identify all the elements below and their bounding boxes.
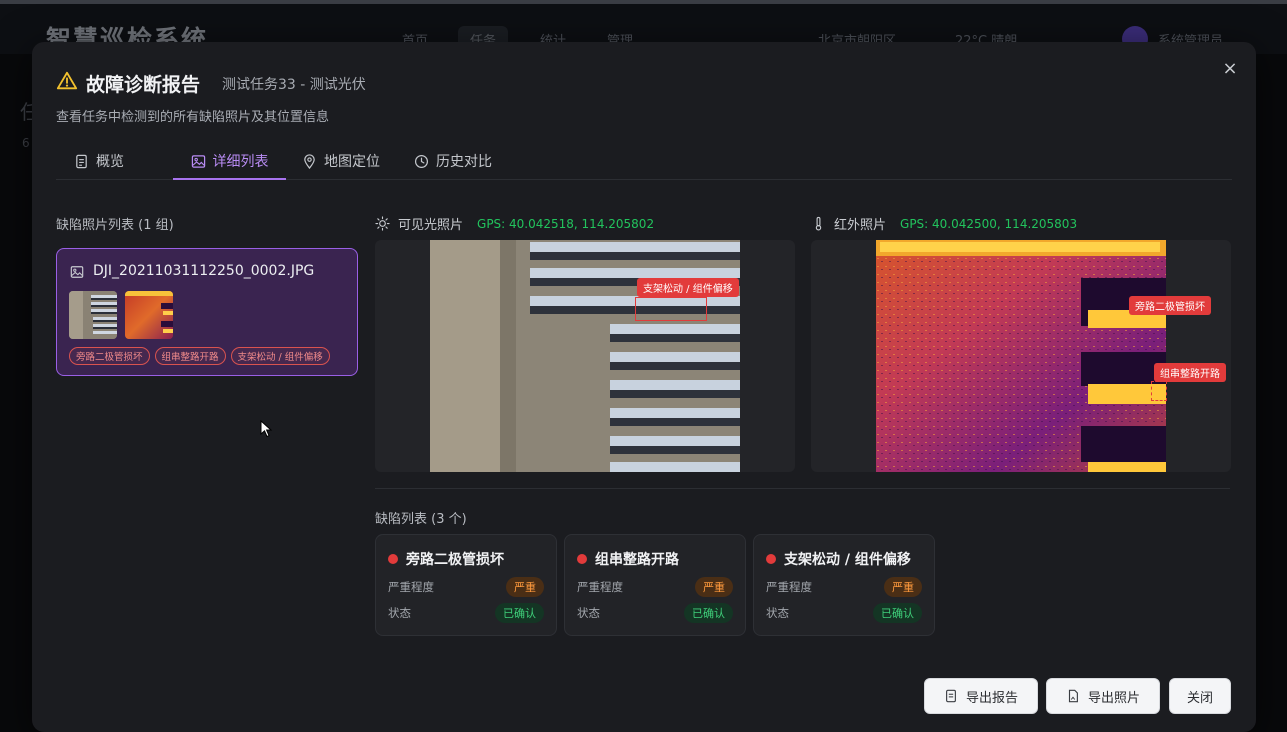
image-icon [191,154,205,168]
tab-label: 历史对比 [436,154,492,170]
status-badge: 已确认 [495,603,544,623]
defect-tags: 旁路二极管损坏 组串整路开路 支架松动 / 组件偏移 [69,347,330,365]
visible-photo-title: 可见光照片 [398,218,464,233]
annotation-box [1151,381,1167,401]
export-report-label: 导出报告 [965,690,1018,706]
defect-card[interactable]: 支架松动 / 组件偏移 严重程度 严重 状态 已确认 [753,534,935,636]
visible-thumbnail[interactable] [69,291,117,339]
severity-label: 严重程度 [766,580,812,594]
severity-badge: 严重 [884,577,922,597]
sun-icon [375,216,390,231]
fault-report-modal: 故障诊断报告 测试任务33 - 测试光伏 查看任务中检测到的所有缺陷照片及其位置… [32,42,1256,732]
severity-label: 严重程度 [577,580,623,594]
export-photos-button[interactable]: 导出照片 [1046,678,1160,714]
infrared-photo[interactable] [876,240,1166,472]
close-button[interactable]: 关闭 [1169,678,1231,714]
severity-label: 严重程度 [388,580,434,594]
task-name: 测试任务33 - 测试光伏 [222,77,366,93]
status-dot [766,554,776,564]
file-image-icon [1068,689,1078,703]
annotation-label: 支架松动 / 组件偏移 [637,278,739,297]
tab-map[interactable]: 地图定位 [302,143,380,179]
defect-list-title: 缺陷列表 (3 个) [375,512,467,527]
status-dot [577,554,587,564]
tab-label: 概览 [96,154,124,170]
annotation-label: 组串整路开路 [1154,363,1226,382]
status-label: 状态 [388,606,411,620]
warning-icon [56,71,78,90]
infrared-photo-panel[interactable]: 旁路二极管损坏 组串整路开路 [811,240,1231,472]
mouse-cursor-icon [260,420,273,438]
defect-tag: 旁路二极管损坏 [69,347,150,365]
defect-card[interactable]: 旁路二极管损坏 严重程度 严重 状态 已确认 [375,534,557,636]
close-label: 关闭 [1186,690,1213,706]
thermometer-icon [815,216,822,231]
severity-badge: 严重 [695,577,733,597]
visible-photo-header: 可见光照片 GPS: 40.042518, 114.205802 [375,214,654,233]
tab-bar: 概览 详细列表 地图定位 历史对比 [56,143,1232,180]
photo-list-title: 缺陷照片列表 (1 组) [56,218,174,233]
image-icon [70,266,84,278]
defect-card[interactable]: 组串整路开路 严重程度 严重 状态 已确认 [564,534,746,636]
status-label: 状态 [577,606,600,620]
document-icon [946,689,956,703]
export-report-button[interactable]: 导出报告 [924,678,1038,714]
close-icon[interactable]: × [1220,59,1240,79]
status-badge: 已确认 [873,603,922,623]
severity-badge: 严重 [506,577,544,597]
defect-tag: 组串整路开路 [154,347,226,365]
annotation-box [635,297,707,321]
annotation-label: 旁路二极管损坏 [1129,296,1211,315]
tab-detail-list[interactable]: 详细列表 [173,143,286,180]
infrared-photo-header: 红外照片 GPS: 40.042500, 114.205803 [811,214,1077,233]
tab-overview[interactable]: 概览 [74,143,124,179]
defect-tag: 支架松动 / 组件偏移 [230,347,330,365]
infrared-gps: GPS: 40.042500, 114.205803 [900,216,1078,231]
export-photos-label: 导出照片 [1087,690,1140,706]
visible-photo[interactable] [430,240,740,472]
tab-history[interactable]: 历史对比 [414,143,492,179]
bg-page-sub: 6 [22,136,30,150]
defect-name: 组串整路开路 [595,552,679,568]
status-badge: 已确认 [684,603,733,623]
modal-description: 查看任务中检测到的所有缺陷照片及其位置信息 [56,110,330,125]
map-pin-icon [304,153,315,169]
infrared-thumbnail[interactable] [125,291,173,339]
tab-label: 详细列表 [212,154,269,170]
modal-title: 故障诊断报告 [86,74,201,96]
status-dot [388,554,398,564]
document-icon [76,154,87,168]
tab-label: 地图定位 [324,154,380,170]
defect-name: 旁路二极管损坏 [406,552,504,568]
status-label: 状态 [766,606,789,620]
visible-photo-panel[interactable]: 支架松动 / 组件偏移 [375,240,795,472]
divider [375,488,1230,489]
visible-gps: GPS: 40.042518, 114.205802 [477,216,655,231]
photo-filename: DJI_20211031112250_0002.JPG [93,263,315,279]
clock-icon [414,154,429,168]
photo-group-card[interactable]: DJI_20211031112250_0002.JPG 旁路二极管损坏 组串整路… [56,248,358,376]
infrared-photo-title: 红外照片 [834,218,887,233]
defect-name: 支架松动 / 组件偏移 [784,552,911,568]
